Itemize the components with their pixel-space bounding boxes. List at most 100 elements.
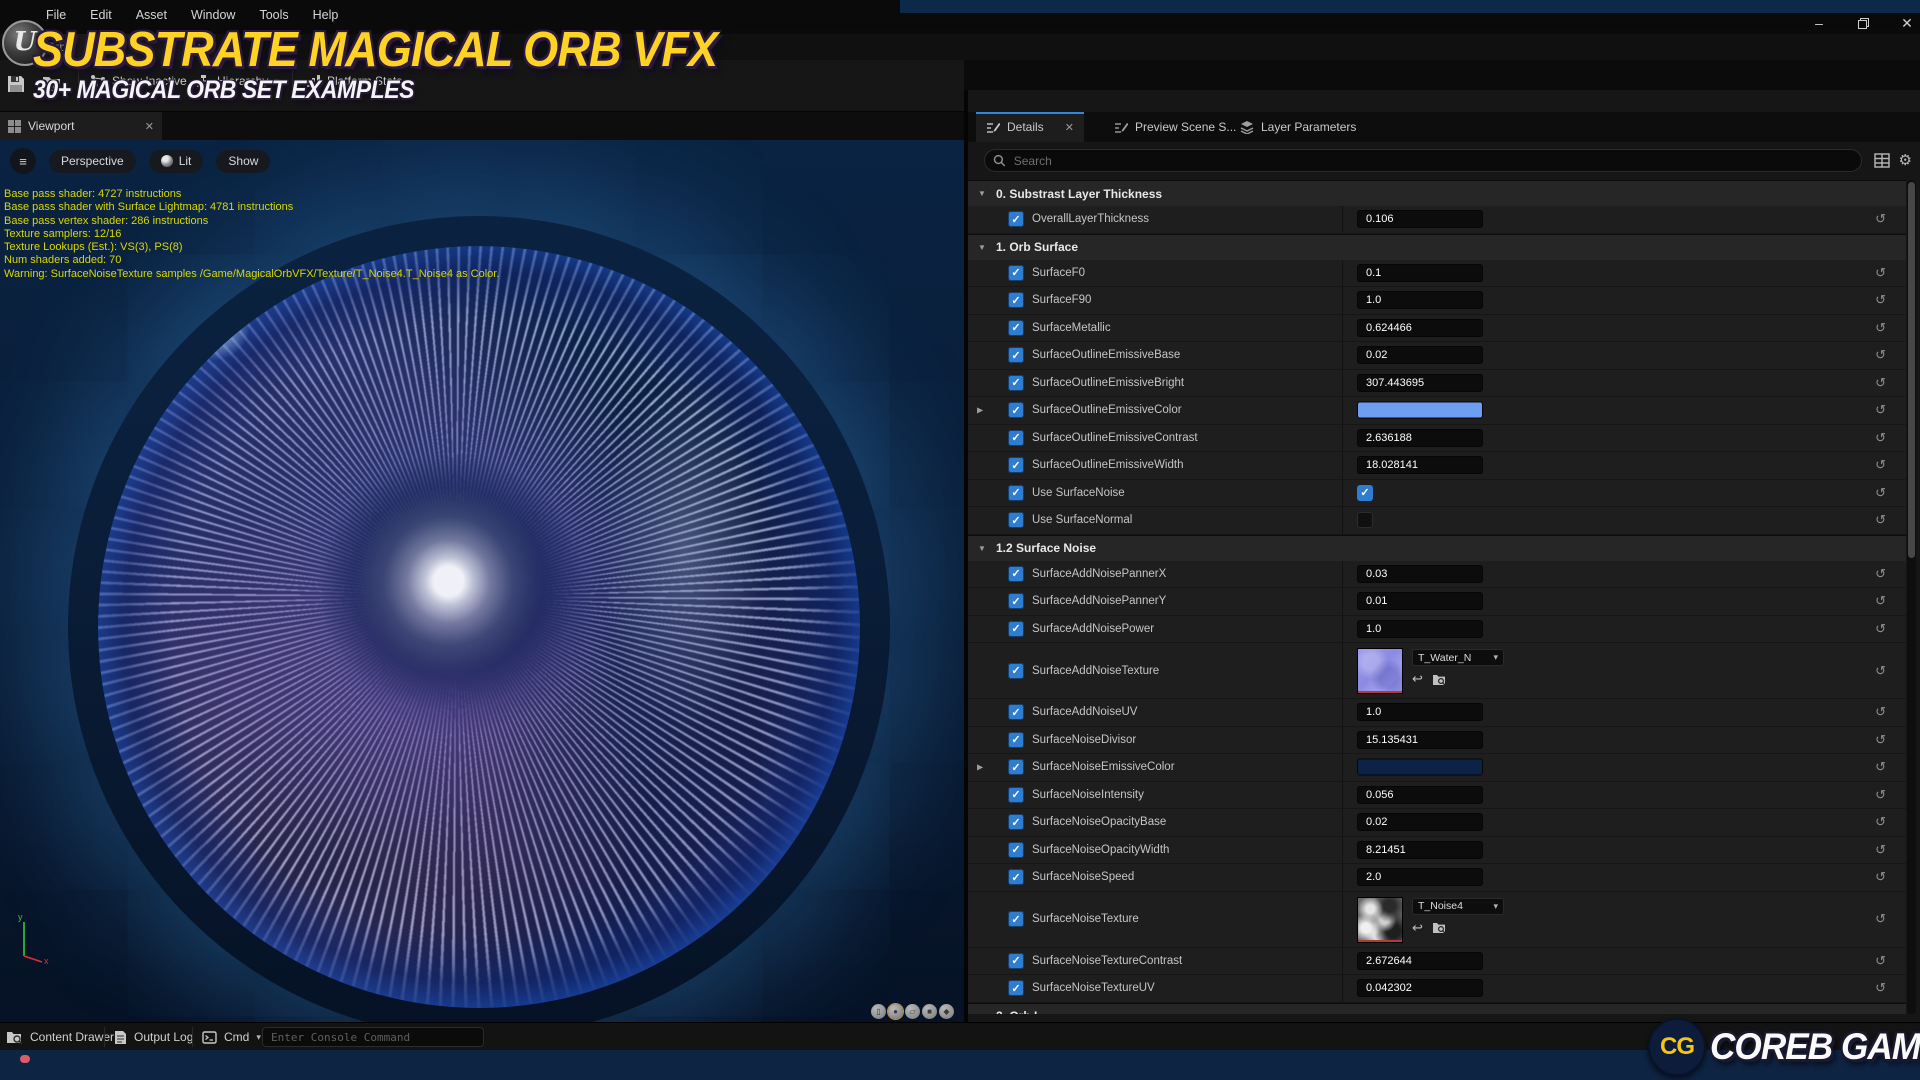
- use-selected-asset-icon[interactable]: ↩: [1412, 920, 1423, 936]
- property-value-input[interactable]: 0.042302: [1357, 979, 1483, 997]
- viewport[interactable]: ≡ Perspective Lit Show Base pass shader:…: [0, 140, 964, 1022]
- cube-preview-button[interactable]: ■: [922, 1004, 937, 1019]
- lit-button[interactable]: Lit: [149, 150, 204, 173]
- property-checkbox[interactable]: ✓: [1008, 457, 1024, 473]
- gear-icon[interactable]: ⚙: [1899, 151, 1912, 169]
- color-swatch[interactable]: [1357, 402, 1483, 419]
- property-value-input[interactable]: 0.106: [1357, 210, 1483, 228]
- menu-item-tools[interactable]: Tools: [259, 8, 288, 22]
- reset-to-default-icon[interactable]: ↺: [1875, 375, 1886, 391]
- show-button[interactable]: Show: [216, 150, 270, 173]
- color-swatch[interactable]: [1357, 759, 1483, 776]
- section-expander-icon[interactable]: ▼: [978, 1012, 986, 1015]
- grid-view-icon[interactable]: [1874, 153, 1890, 168]
- reset-to-default-icon[interactable]: ↺: [1875, 732, 1886, 748]
- property-value-input[interactable]: 2.672644: [1357, 952, 1483, 970]
- property-checkbox[interactable]: ✓: [1008, 869, 1024, 885]
- expander-icon[interactable]: ▶: [977, 406, 983, 415]
- reset-to-default-icon[interactable]: ↺: [1875, 211, 1886, 227]
- cmd-button[interactable]: Cmd ▾: [202, 1023, 261, 1051]
- tab-preview-scene-settings[interactable]: Preview Scene S...: [1104, 112, 1246, 142]
- search-input[interactable]: [1012, 153, 1853, 169]
- reset-to-default-icon[interactable]: ↺: [1875, 911, 1886, 927]
- viewport-options-button[interactable]: ≡: [10, 148, 36, 174]
- property-checkbox[interactable]: ✓: [1008, 292, 1024, 308]
- texture-thumbnail[interactable]: [1357, 897, 1403, 943]
- browse-to-asset-icon[interactable]: [1432, 921, 1446, 934]
- search-box[interactable]: [984, 149, 1862, 172]
- reset-to-default-icon[interactable]: ↺: [1875, 759, 1886, 775]
- use-selected-asset-icon[interactable]: ↩: [1412, 671, 1423, 687]
- reset-to-default-icon[interactable]: ↺: [1875, 704, 1886, 720]
- property-value-input[interactable]: 2.636188: [1357, 429, 1483, 447]
- property-value-input[interactable]: 0.624466: [1357, 319, 1483, 337]
- save-button[interactable]: [6, 74, 26, 94]
- property-checkbox[interactable]: ✓: [1008, 814, 1024, 830]
- restore-button[interactable]: [1854, 14, 1872, 32]
- scrollbar-thumb[interactable]: [1908, 182, 1915, 558]
- property-checkbox[interactable]: ✓: [1008, 320, 1024, 336]
- reset-to-default-icon[interactable]: ↺: [1875, 787, 1886, 803]
- property-checkbox[interactable]: ✓: [1008, 980, 1024, 996]
- content-drawer-button[interactable]: Content Drawer: [6, 1023, 114, 1051]
- menu-item-file[interactable]: File: [46, 8, 66, 22]
- value-checkbox[interactable]: [1357, 512, 1373, 528]
- cylinder-preview-button[interactable]: ▯: [871, 1004, 886, 1019]
- reset-to-default-icon[interactable]: ↺: [1875, 457, 1886, 473]
- property-value-input[interactable]: 1.0: [1357, 291, 1483, 309]
- reset-to-default-icon[interactable]: ↺: [1875, 814, 1886, 830]
- property-checkbox[interactable]: ✓: [1008, 787, 1024, 803]
- property-value-input[interactable]: 0.1: [1357, 264, 1483, 282]
- menu-item-edit[interactable]: Edit: [90, 8, 112, 22]
- reset-to-default-icon[interactable]: ↺: [1875, 869, 1886, 885]
- property-value-input[interactable]: 8.21451: [1357, 841, 1483, 859]
- property-checkbox[interactable]: ✓: [1008, 485, 1024, 501]
- property-checkbox[interactable]: ✓: [1008, 842, 1024, 858]
- menu-item-asset[interactable]: Asset: [136, 8, 167, 22]
- reset-to-default-icon[interactable]: ↺: [1875, 621, 1886, 637]
- reset-to-default-icon[interactable]: ↺: [1875, 292, 1886, 308]
- reset-to-default-icon[interactable]: ↺: [1875, 430, 1886, 446]
- reset-to-default-icon[interactable]: ↺: [1875, 402, 1886, 418]
- section-expander-icon[interactable]: ▼: [978, 189, 986, 198]
- texture-combobox[interactable]: T_Water_N▾: [1412, 649, 1504, 666]
- property-checkbox[interactable]: ✓: [1008, 265, 1024, 281]
- property-value-input[interactable]: 307.443695: [1357, 374, 1483, 392]
- reset-to-default-icon[interactable]: ↺: [1875, 320, 1886, 336]
- texture-thumbnail[interactable]: [1357, 648, 1403, 694]
- close-button[interactable]: ✕: [1898, 14, 1916, 32]
- browse-to-asset-icon[interactable]: [1432, 673, 1446, 686]
- property-checkbox[interactable]: ✓: [1008, 911, 1024, 927]
- value-checkbox[interactable]: ✓: [1357, 485, 1373, 501]
- texture-combobox[interactable]: T_Noise4▾: [1412, 898, 1504, 915]
- property-value-input[interactable]: 0.01: [1357, 592, 1483, 610]
- property-value-input[interactable]: 15.135431: [1357, 731, 1483, 749]
- property-checkbox[interactable]: ✓: [1008, 621, 1024, 637]
- property-checkbox[interactable]: ✓: [1008, 512, 1024, 528]
- property-checkbox[interactable]: ✓: [1008, 430, 1024, 446]
- property-checkbox[interactable]: ✓: [1008, 566, 1024, 582]
- reset-to-default-icon[interactable]: ↺: [1875, 512, 1886, 528]
- reset-to-default-icon[interactable]: ↺: [1875, 593, 1886, 609]
- tab-details[interactable]: Details ✕: [976, 112, 1084, 142]
- teapot-preview-button[interactable]: ◆: [939, 1004, 954, 1019]
- console-command-input[interactable]: [262, 1027, 484, 1047]
- minimize-button[interactable]: –: [1810, 14, 1828, 32]
- expander-icon[interactable]: ▶: [977, 763, 983, 772]
- perspective-button[interactable]: Perspective: [49, 150, 136, 173]
- property-checkbox[interactable]: ✓: [1008, 953, 1024, 969]
- property-checkbox[interactable]: ✓: [1008, 402, 1024, 418]
- property-checkbox[interactable]: ✓: [1008, 704, 1024, 720]
- property-value-input[interactable]: 0.02: [1357, 813, 1483, 831]
- property-value-input[interactable]: 1.0: [1357, 703, 1483, 721]
- menu-item-help[interactable]: Help: [313, 8, 339, 22]
- menu-item-window[interactable]: Window: [191, 8, 235, 22]
- viewport-tab[interactable]: Viewport ✕: [0, 112, 162, 140]
- property-value-input[interactable]: 0.02: [1357, 346, 1483, 364]
- reset-to-default-icon[interactable]: ↺: [1875, 842, 1886, 858]
- reset-to-default-icon[interactable]: ↺: [1875, 347, 1886, 363]
- property-value-input[interactable]: 18.028141: [1357, 456, 1483, 474]
- reset-to-default-icon[interactable]: ↺: [1875, 663, 1886, 679]
- reset-to-default-icon[interactable]: ↺: [1875, 953, 1886, 969]
- property-value-input[interactable]: 0.056: [1357, 786, 1483, 804]
